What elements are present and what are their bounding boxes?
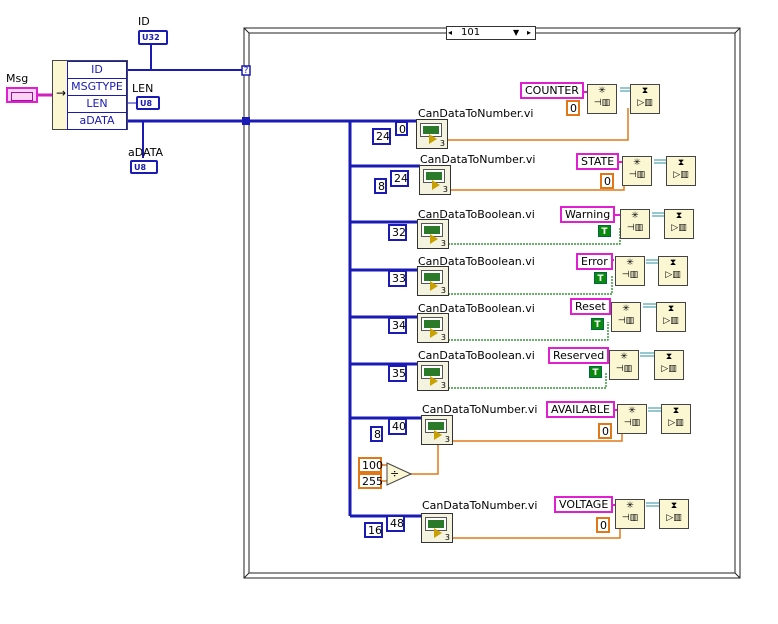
unbundle-by-name-node[interactable]: → ID MSGTYPE LEN aDATA: [52, 60, 128, 130]
start-bit-const-error[interactable]: 33: [388, 270, 407, 287]
unbundle-arrow-icon: →: [56, 86, 67, 100]
start-bit-const-counter[interactable]: 24: [372, 128, 391, 145]
tag-lookup-function[interactable]: ✳ ⊣▥: [587, 84, 617, 114]
tag-const-reserved[interactable]: Reserved: [548, 347, 610, 364]
length-const-available[interactable]: 8: [370, 426, 383, 442]
decrement-arrow-icon[interactable]: ◂: [448, 27, 452, 39]
tag-const-state[interactable]: STATE: [576, 153, 620, 170]
tag-const-available[interactable]: AVAILABLE: [546, 401, 615, 418]
adata-indicator-label: aDATA: [128, 146, 164, 159]
can-data-to-boolean-subvi[interactable]: 3: [417, 361, 449, 391]
tag-lookup-function[interactable]: ✳ ⊣▥: [609, 350, 639, 380]
start-bit-const-voltage[interactable]: 48: [386, 515, 405, 532]
tag-const-reset[interactable]: Reset: [570, 298, 611, 315]
length-const-state[interactable]: 8: [374, 178, 387, 194]
default-const-counter[interactable]: 0: [566, 100, 580, 116]
start-bit-const-available[interactable]: 40: [388, 418, 407, 435]
queue-function[interactable]: ⧗ ▷▥: [658, 256, 688, 286]
can-data-to-number-subvi[interactable]: 3: [421, 415, 453, 445]
default-bool-const-reset[interactable]: T: [591, 318, 604, 330]
can-data-to-number-subvi[interactable]: 3: [416, 119, 448, 149]
start-bit-const-state[interactable]: 24: [390, 170, 409, 187]
queue-function[interactable]: ⧗ ▷▥: [664, 209, 694, 239]
tag-lookup-function[interactable]: ✳ ⊣▥: [622, 156, 652, 186]
can-data-to-boolean-subvi[interactable]: 3: [417, 219, 449, 249]
unbundle-field-id[interactable]: ID: [67, 61, 127, 78]
default-bool-const-error[interactable]: T: [594, 272, 607, 284]
tag-const-counter[interactable]: COUNTER: [520, 82, 584, 99]
tag-lookup-function[interactable]: ✳ ⊣▥: [615, 499, 645, 529]
default-const-voltage[interactable]: 0: [596, 517, 610, 533]
length-const-counter[interactable]: 0: [395, 121, 408, 136]
can-data-to-number-subvi[interactable]: 3: [419, 165, 451, 195]
chevron-down-icon[interactable]: ▼: [513, 27, 519, 39]
queue-function[interactable]: ⧗ ▷▥: [656, 302, 686, 332]
queue-function[interactable]: ⧗ ▷▥: [661, 404, 691, 434]
msg-cluster-terminal[interactable]: [6, 87, 38, 103]
can-data-to-boolean-subvi[interactable]: 3: [417, 266, 449, 296]
id-indicator[interactable]: U32: [138, 30, 168, 45]
case-selector-value: 101: [461, 27, 481, 38]
queue-function[interactable]: ⧗ ▷▥: [659, 499, 689, 529]
tag-lookup-function[interactable]: ✳ ⊣▥: [620, 209, 650, 239]
tag-const-voltage[interactable]: VOLTAGE: [554, 496, 614, 513]
tag-const-warning[interactable]: Warning: [560, 206, 616, 223]
default-bool-const-warning[interactable]: T: [598, 225, 611, 237]
start-bit-const-warning[interactable]: 32: [388, 224, 407, 241]
can-data-to-number-subvi[interactable]: 3: [421, 513, 453, 543]
subvi-label-voltage: CanDataToNumber.vi: [422, 499, 538, 512]
start-bit-const-reserved[interactable]: 35: [388, 365, 407, 382]
tag-lookup-function[interactable]: ✳ ⊣▥: [615, 256, 645, 286]
divide-icon: ÷: [390, 467, 400, 480]
queue-function[interactable]: ⧗ ▷▥: [666, 156, 696, 186]
start-bit-const-reset[interactable]: 34: [388, 317, 407, 334]
queue-function[interactable]: ⧗ ▷▥: [630, 84, 660, 114]
default-bool-const-reserved[interactable]: T: [589, 366, 602, 378]
denominator-const[interactable]: 255: [358, 473, 383, 489]
unbundle-field-adata[interactable]: aDATA: [67, 112, 127, 130]
can-data-to-boolean-subvi[interactable]: 3: [417, 313, 449, 343]
len-indicator[interactable]: U8: [136, 96, 160, 110]
id-indicator-label: ID: [138, 15, 150, 28]
default-const-available[interactable]: 0: [598, 423, 612, 439]
msg-label: Msg: [6, 72, 29, 85]
len-indicator-label: LEN: [132, 82, 154, 95]
case-selector[interactable]: ◂ 101 ▼ ▸: [446, 26, 536, 40]
tag-lookup-function[interactable]: ✳ ⊣▥: [617, 404, 647, 434]
default-const-state[interactable]: 0: [600, 173, 614, 189]
unbundle-field-len[interactable]: LEN: [67, 95, 127, 112]
tag-lookup-function[interactable]: ✳ ⊣▥: [611, 302, 641, 332]
cluster-icon: [11, 92, 33, 101]
increment-arrow-icon[interactable]: ▸: [527, 27, 531, 39]
length-const-voltage[interactable]: 16: [364, 522, 383, 538]
queue-function[interactable]: ⧗ ▷▥: [654, 350, 684, 380]
numerator-const[interactable]: 100: [358, 457, 383, 473]
case-selector-terminal[interactable]: ?: [241, 66, 251, 77]
unbundle-field-msgtype[interactable]: MSGTYPE: [67, 78, 127, 95]
tag-const-error[interactable]: Error: [576, 253, 613, 270]
adata-indicator[interactable]: U8: [130, 160, 158, 174]
